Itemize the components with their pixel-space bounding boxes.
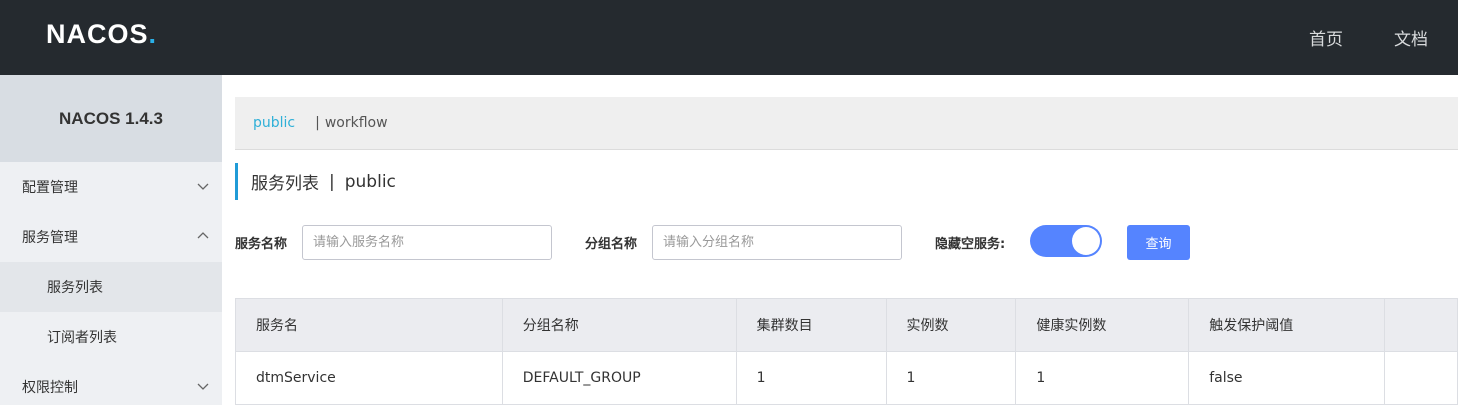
sidebar-item-label: 配置管理: [22, 180, 78, 196]
cell-protect-threshold: false: [1188, 351, 1386, 405]
sidebar-item-service-list[interactable]: 服务列表: [0, 262, 222, 312]
cell-actions: [1384, 351, 1458, 405]
chevron-down-icon: [197, 183, 209, 190]
cell-service-name: dtmService: [235, 351, 503, 405]
chevron-up-icon: [197, 232, 209, 239]
sidebar: NACOS 1.4.3 配置管理 服务管理 服务列表 订阅者列表 权限控制: [0, 75, 222, 405]
column-header-service-name: 服务名: [235, 298, 503, 352]
sidebar-item-config-management[interactable]: 配置管理: [0, 162, 222, 212]
page-title-separator: |: [329, 171, 335, 192]
nacos-logo[interactable]: NACOS.: [46, 18, 157, 50]
table-header-row: 服务名 分组名称 集群数目 实例数 健康实例数 触发保护阈值: [235, 298, 1458, 352]
table-row: dtmService DEFAULT_GROUP 1 1 1 false: [235, 351, 1458, 405]
sidebar-item-label: 服务管理: [22, 230, 78, 246]
toggle-knob: [1072, 227, 1100, 255]
namespace-bar: public | workflow: [235, 97, 1458, 150]
sidebar-item-service-management[interactable]: 服务管理: [0, 212, 222, 262]
page-title: 服务列表 | public: [235, 163, 396, 200]
hide-empty-toggle[interactable]: [1030, 225, 1102, 257]
sidebar-item-label: 权限控制: [22, 380, 78, 396]
group-name-input[interactable]: [652, 225, 903, 260]
service-name-label: 服务名称: [235, 237, 288, 252]
query-button[interactable]: 查询: [1127, 225, 1190, 260]
cell-cluster-count: 1: [735, 351, 887, 405]
hide-empty-filter: 隐藏空服务:: [935, 225, 1005, 260]
logo-text: NACOS: [46, 19, 149, 49]
service-name-filter: 服务名称: [235, 225, 553, 260]
sidebar-item-subscriber-list[interactable]: 订阅者列表: [0, 312, 222, 362]
logo-dot: .: [148, 19, 158, 49]
top-nav: 首页 文档: [1258, 0, 1428, 75]
cell-group-name: DEFAULT_GROUP: [501, 351, 737, 405]
page-title-namespace: public: [344, 171, 396, 192]
namespace-public[interactable]: public: [253, 115, 295, 131]
column-header-cluster-count: 集群数目: [735, 298, 887, 352]
service-name-input[interactable]: [302, 225, 553, 260]
namespace-workflow[interactable]: workflow: [325, 115, 388, 131]
column-header-group-name: 分组名称: [501, 298, 737, 352]
nav-docs-link[interactable]: 文档: [1394, 25, 1428, 50]
sidebar-item-label: 订阅者列表: [47, 330, 117, 346]
group-name-label: 分组名称: [585, 237, 638, 252]
sidebar-item-label: 服务列表: [47, 280, 103, 296]
hide-empty-label: 隐藏空服务:: [935, 237, 1006, 252]
sidebar-title: NACOS 1.4.3: [0, 75, 222, 162]
chevron-down-icon: [197, 383, 209, 390]
column-header-actions: [1384, 298, 1458, 352]
group-name-filter: 分组名称: [585, 225, 903, 260]
top-header: NACOS. 首页 文档: [0, 0, 1458, 75]
column-header-instance-count: 实例数: [885, 298, 1017, 352]
nav-home-link[interactable]: 首页: [1309, 25, 1343, 50]
namespace-separator: |: [315, 115, 320, 131]
cell-healthy-instance-count: 1: [1015, 351, 1190, 405]
service-table: 服务名 分组名称 集群数目 实例数 健康实例数 触发保护阈值 dtmServic…: [235, 298, 1458, 405]
cell-instance-count: 1: [885, 351, 1017, 405]
column-header-healthy-instance-count: 健康实例数: [1015, 298, 1190, 352]
column-header-protect-threshold: 触发保护阈值: [1188, 298, 1386, 352]
page-title-text: 服务列表: [251, 174, 319, 194]
